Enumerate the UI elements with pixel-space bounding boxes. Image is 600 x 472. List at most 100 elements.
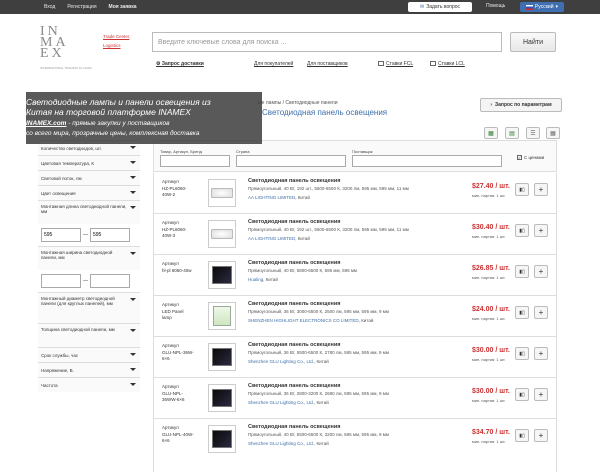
add-button[interactable]: +: [534, 265, 548, 278]
table-row[interactable]: Артикул GLU-NPL-36W- 6×6 Светодиодная пане…: [153, 337, 557, 378]
trade-center-link[interactable]: Trade Center: [103, 32, 129, 41]
table-row[interactable]: Артикул hl-pl 6060-40w Светодиодная панел…: [153, 255, 557, 296]
supplier-link[interactable]: SHENZHEN HIGHLIGHT ELECTRONICS CO LIMITE…: [248, 318, 359, 323]
breadcrumb[interactable]: ые лампы / Светодиодные панели: [258, 100, 338, 106]
grid-icon: ▦: [550, 130, 556, 137]
supplier-link[interactable]: Shenzhen GLU Lighting Co., Ltd.: [248, 400, 314, 405]
product-image[interactable]: [208, 384, 236, 412]
chevron-down-icon: [130, 298, 136, 301]
ask-question-button[interactable]: ✉ Задать вопрос: [408, 2, 472, 12]
help-link[interactable]: Помощь: [486, 3, 505, 9]
filter-frequency[interactable]: Частота: [38, 377, 140, 392]
product-name[interactable]: Светодиодная панель освещения: [248, 178, 340, 184]
table-row[interactable]: Артикул LED Panel lamp Светодиодная панель…: [153, 296, 557, 337]
filter-mount-width[interactable]: Монтажная ширина светодиодной панели, мм: [38, 246, 140, 270]
supplier-filter-input[interactable]: [352, 155, 502, 167]
with-prices-checkbox[interactable]: ✓ С ценами: [517, 155, 544, 160]
width-to-input[interactable]: [90, 274, 130, 288]
product-image[interactable]: [208, 425, 236, 453]
logistics-link[interactable]: Logistics: [103, 41, 129, 50]
promo-site-link[interactable]: INAMEX.com: [26, 120, 66, 127]
add-button[interactable]: +: [534, 388, 548, 401]
chevron-down-icon: [130, 252, 136, 255]
product-image[interactable]: [208, 179, 236, 207]
compare-button[interactable]: ▮▯: [515, 265, 529, 278]
article-value: 36WW-6×6: [162, 397, 185, 402]
product-name[interactable]: Светодиодная панель освещения: [248, 424, 340, 430]
export-button[interactable]: ▦: [484, 127, 498, 139]
country-filter-input[interactable]: [236, 155, 346, 167]
delivery-request-label: Запрос доставки: [161, 61, 204, 67]
chevron-down-icon: [130, 329, 136, 332]
bar-chart-icon: ▮▯: [519, 350, 525, 357]
supplier-link[interactable]: AA LIGHTING LIMITED: [248, 195, 295, 200]
russia-flag-icon: [525, 4, 533, 10]
add-button[interactable]: +: [534, 183, 548, 196]
supplier-line: Shenzhen GLU Lighting Co., Ltd., Китай: [248, 400, 329, 405]
width-from-input[interactable]: [41, 274, 81, 288]
product-name[interactable]: Светодиодная панель освещения: [248, 383, 340, 389]
search-input[interactable]: Введите ключевые слова для поиска ...: [152, 32, 502, 52]
filter-color-temperature[interactable]: Цветовая температура, К: [38, 155, 140, 170]
filter-thickness[interactable]: Толщина светодиодной панели, мм: [38, 323, 140, 347]
search-button[interactable]: Найти: [510, 32, 556, 52]
add-button[interactable]: +: [534, 224, 548, 237]
filter-label: Частота: [41, 382, 58, 388]
supplier-link[interactable]: Shenzhen GLU Lighting Co., Ltd.: [248, 441, 314, 446]
compare-button[interactable]: ▮▯: [515, 183, 529, 196]
for-suppliers-link[interactable]: Для поставщиков: [307, 61, 348, 67]
table-row[interactable]: Артикул GLU-NPL- 36WW-6×6 Светодиодная пан…: [153, 378, 557, 419]
product-image[interactable]: [208, 220, 236, 248]
compare-button[interactable]: ▮▯: [515, 347, 529, 360]
product-column-label: Товар, Артикул, Бренд: [160, 149, 202, 154]
table-row[interactable]: Артикул GLU-NPL-40W- 6×6 Светодиодная пане…: [153, 419, 557, 472]
compare-button[interactable]: ▮▯: [515, 388, 529, 401]
mail-icon: ✉: [419, 4, 425, 10]
register-link[interactable]: Регистрация: [61, 4, 102, 10]
login-link[interactable]: Вход: [38, 4, 61, 10]
table-row[interactable]: Артикул HZ-PL6060- 40W-2 Светодиодная пане…: [153, 173, 557, 214]
supplier-link[interactable]: Hualing: [248, 277, 263, 282]
my-request-link[interactable]: Моя заявка: [103, 4, 143, 10]
request-by-parameters-button[interactable]: › Запрос по параметрам: [480, 98, 562, 112]
filter-mount-length[interactable]: Монтажная длина светодиодной панели, мм: [38, 200, 140, 224]
filter-lifetime[interactable]: Срок службы, час: [38, 347, 140, 362]
compare-button[interactable]: ▮▯: [515, 224, 529, 237]
filter-luminous-flux[interactable]: Световой поток, лм: [38, 170, 140, 185]
logo-subtitle: INTERNATIONAL TRADING IN CHINA: [40, 66, 92, 70]
length-from-input[interactable]: [41, 228, 81, 242]
fcl-rates-link[interactable]: Ставки FCL: [378, 61, 413, 67]
grid-view-button[interactable]: ▦: [546, 127, 560, 139]
product-image[interactable]: [208, 302, 236, 330]
product-image[interactable]: [208, 343, 236, 371]
list-view-button[interactable]: ☰: [526, 127, 540, 139]
product-filter-input[interactable]: [160, 155, 230, 167]
supplier-link[interactable]: Shenzhen GLU Lighting Co., Ltd.: [248, 359, 314, 364]
add-button[interactable]: +: [534, 429, 548, 442]
min-order: мин. партия: 1 шт.: [472, 357, 506, 362]
filter-light-color[interactable]: Цвет освещения: [38, 185, 140, 200]
table-row[interactable]: Артикул HZ-PL6060- 40W-3 Светодиодная пане…: [153, 214, 557, 255]
add-button[interactable]: +: [534, 347, 548, 360]
min-order: мин. партия: 1 шт.: [472, 439, 506, 444]
product-name[interactable]: Светодиодная панель освещения: [248, 260, 340, 266]
compare-button[interactable]: ▮▯: [515, 429, 529, 442]
product-name[interactable]: Светодиодная панель освещения: [248, 219, 340, 225]
supplier-link[interactable]: AA LIGHTING LIMITED: [248, 236, 295, 241]
add-button[interactable]: +: [534, 306, 548, 319]
filter-sidebar: Количество светодиодов, шт. Цветовая тем…: [38, 140, 140, 392]
delivery-request-link[interactable]: ⚙ Запрос доставки: [156, 61, 204, 67]
language-select[interactable]: Русский ▾: [520, 2, 564, 12]
product-name[interactable]: Светодиодная панель освещения: [248, 342, 340, 348]
product-name[interactable]: Светодиодная панель освещения: [248, 301, 340, 307]
for-buyers-link[interactable]: Для покупателей: [254, 61, 293, 67]
compare-button[interactable]: ▮▯: [515, 306, 529, 319]
logo[interactable]: IN MA EX: [40, 25, 69, 61]
article-value: hl-pl 6060-40w: [162, 267, 192, 273]
filter-mount-diameter[interactable]: Монтажный диаметр светодиодной панели (д…: [38, 292, 140, 323]
lcl-rates-link[interactable]: Ставки LCL: [430, 61, 465, 67]
length-to-input[interactable]: [90, 228, 130, 242]
compare-button[interactable]: ▤: [505, 127, 519, 139]
filter-voltage[interactable]: Напряжение, В.: [38, 362, 140, 377]
product-image[interactable]: [208, 261, 236, 289]
